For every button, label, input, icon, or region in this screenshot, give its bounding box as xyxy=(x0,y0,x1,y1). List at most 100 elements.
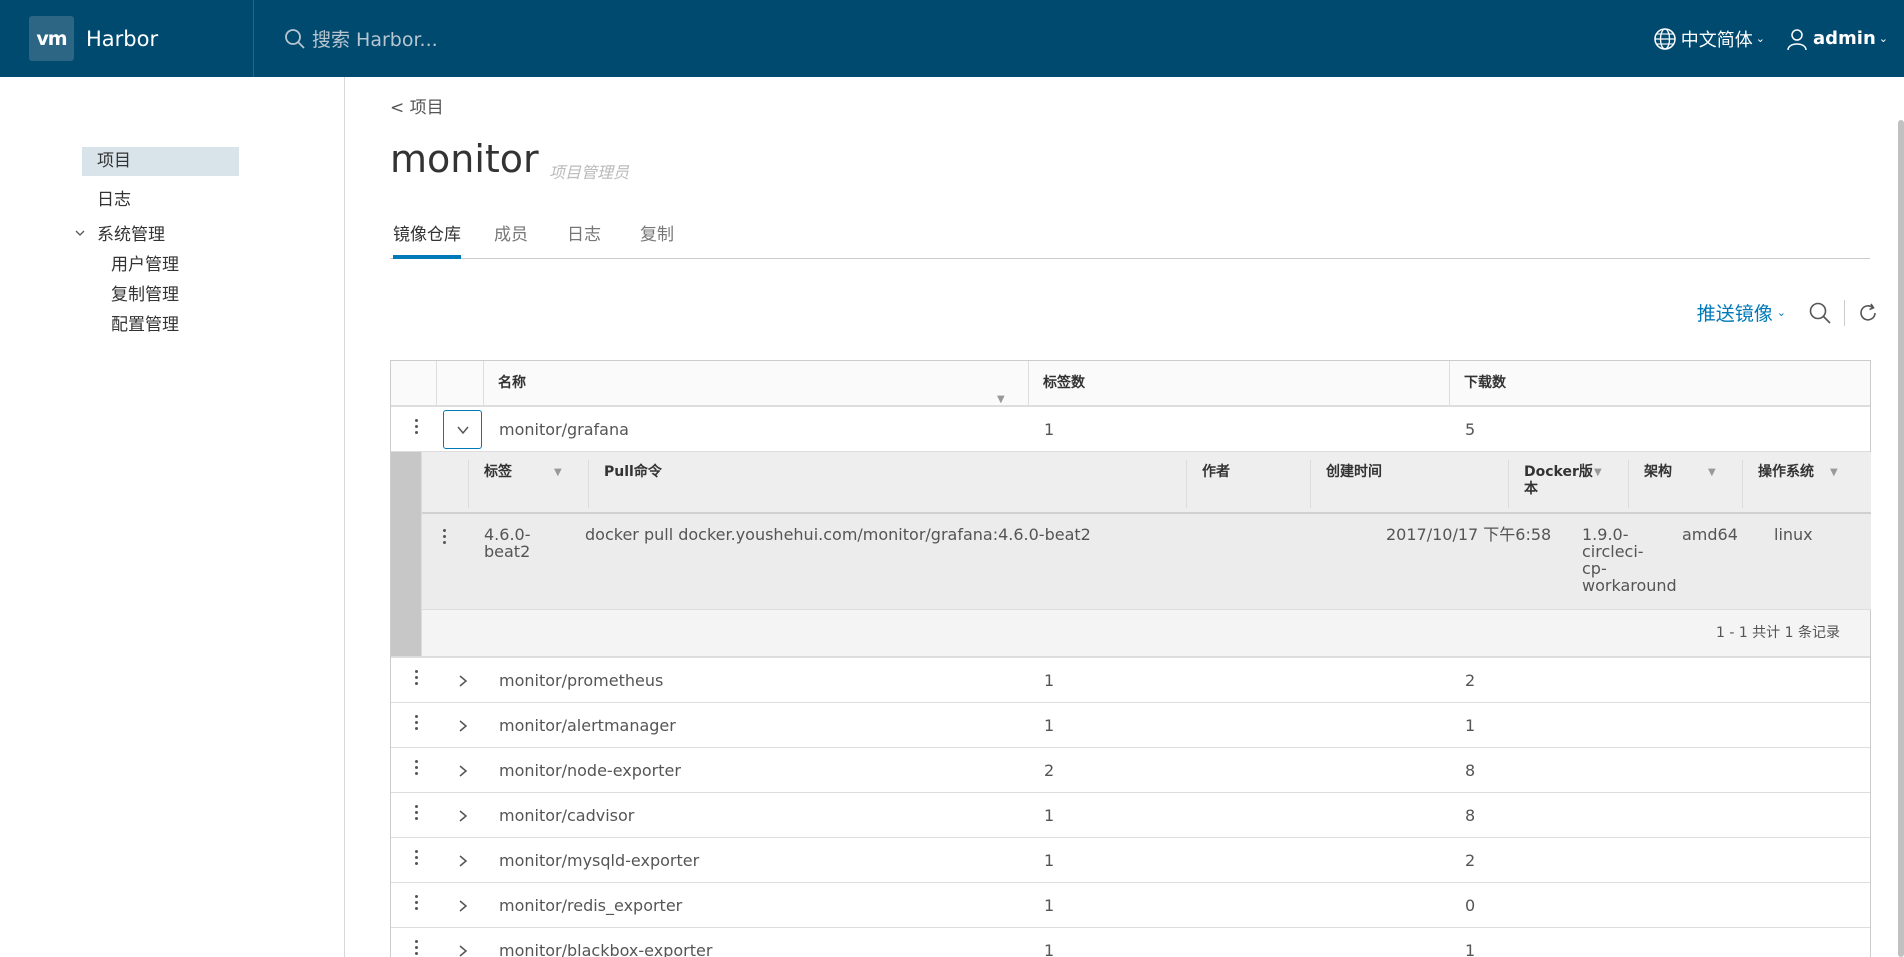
row-expander[interactable] xyxy=(443,796,482,835)
repo-pull-count: 0 xyxy=(1465,896,1476,915)
repo-name[interactable]: monitor/grafana xyxy=(499,407,629,452)
refresh-icon xyxy=(1860,303,1876,321)
row-expander[interactable] xyxy=(443,410,482,449)
row-menu-icon[interactable] xyxy=(415,760,419,778)
tag-row-menu-icon[interactable] xyxy=(443,529,447,547)
repo-tag-count: 2 xyxy=(1044,761,1055,780)
main-content: < 项目 monitor 项目管理员 镜像仓库 成员 日志 复制 推送镜像 ⌄ … xyxy=(346,77,1904,957)
chevron-right-icon xyxy=(459,719,467,732)
row-expander[interactable] xyxy=(443,841,482,880)
col-header-name-label: 名称 xyxy=(498,375,526,391)
push-image-button[interactable]: 推送镜像 ⌄ xyxy=(1697,299,1786,326)
row-menu-icon[interactable] xyxy=(415,715,419,733)
page-scrollbar[interactable] xyxy=(1898,120,1904,957)
col-header-pull[interactable]: Pull命令 xyxy=(604,464,662,481)
user-name: admin xyxy=(1813,28,1876,49)
table-row[interactable]: monitor/mysqld-exporter 1 2 xyxy=(391,838,1870,883)
tab-repositories[interactable]: 镜像仓库 xyxy=(393,222,461,259)
table-header: 名称 ▼ 标签数 下载数 xyxy=(391,361,1870,407)
push-image-label: 推送镜像 xyxy=(1696,303,1773,325)
pull-command[interactable]: docker pull docker.youshehui.com/monitor… xyxy=(585,526,1091,543)
filter-icon[interactable]: ▼ xyxy=(1830,467,1838,478)
global-search[interactable]: 搜索 Harbor... xyxy=(284,25,438,52)
repo-name[interactable]: monitor/cadvisor xyxy=(499,793,634,838)
expand-col-header xyxy=(436,361,483,405)
tag-row[interactable]: 4.6.0- beat2 docker pull docker.youshehu… xyxy=(422,514,1871,610)
filter-icon[interactable]: ▼ xyxy=(554,467,562,478)
col-header-name[interactable]: 名称 ▼ xyxy=(483,361,1028,405)
table-row[interactable]: monitor/prometheus 1 2 xyxy=(391,658,1870,703)
pagination-summary: 1 - 1 共计 1 条记录 xyxy=(1715,625,1840,641)
repo-name[interactable]: monitor/prometheus xyxy=(499,658,663,703)
language-menu[interactable]: 中文简体 ⌄ xyxy=(1653,26,1765,52)
page-title: monitor xyxy=(390,137,539,181)
tag-name-line2: beat2 xyxy=(484,542,531,561)
tab-members[interactable]: 成员 xyxy=(494,222,528,259)
row-menu-icon[interactable] xyxy=(415,670,419,688)
tag-created-time: 2017/10/17 下午6:58 xyxy=(1386,525,1552,544)
sidebar-item-users[interactable]: 用户管理 xyxy=(111,250,179,275)
tab-replication[interactable]: 复制 xyxy=(640,222,674,259)
filter-icon[interactable]: ▼ xyxy=(1708,467,1716,478)
table-row[interactable]: monitor/cadvisor 1 8 xyxy=(391,793,1870,838)
repo-tag-count: 1 xyxy=(1044,896,1055,915)
row-expander[interactable] xyxy=(443,751,482,790)
repo-name[interactable]: monitor/node-exporter xyxy=(499,748,681,793)
row-expander[interactable] xyxy=(443,886,482,925)
refresh-button[interactable] xyxy=(1857,302,1879,324)
row-menu-icon[interactable] xyxy=(415,895,419,913)
header-actions: 中文简体 ⌄ admin ⌄ xyxy=(1633,0,1888,77)
table-row[interactable]: monitor/grafana 1 5 xyxy=(391,407,1870,452)
chevron-down-icon: ⌄ xyxy=(1755,32,1765,45)
repo-pull-count: 1 xyxy=(1465,716,1476,735)
globe-icon xyxy=(1654,27,1676,50)
brand[interactable]: vm Harbor xyxy=(0,0,254,77)
row-expander[interactable] xyxy=(443,706,482,745)
sidebar-item-replication[interactable]: 复制管理 xyxy=(111,280,179,305)
col-header-docker[interactable]: Docker版 本 xyxy=(1524,464,1593,498)
toolbar: 推送镜像 ⌄ xyxy=(1697,299,1879,326)
chevron-down-icon: ⌄ xyxy=(1878,32,1888,45)
chevron-right-icon xyxy=(459,764,467,777)
breadcrumb[interactable]: < 项目 xyxy=(390,93,444,118)
search-button[interactable] xyxy=(1808,301,1832,325)
col-header-author[interactable]: 作者 xyxy=(1202,464,1230,481)
repo-tag-count: 1 xyxy=(1044,941,1055,957)
repo-pull-count: 2 xyxy=(1465,671,1476,690)
table-row[interactable]: monitor/alertmanager 1 1 xyxy=(391,703,1870,748)
repo-name[interactable]: monitor/alertmanager xyxy=(499,703,676,748)
col-header-pulls[interactable]: 下载数 xyxy=(1449,361,1870,405)
tag-table: 标签 ▼ Pull命令 作者 创建时间 Docker版 本 ▼ 架构 ▼ 操作系… xyxy=(421,452,1871,656)
user-icon xyxy=(1787,28,1807,50)
repo-pull-count: 1 xyxy=(1465,941,1476,957)
repository-table: 名称 ▼ 标签数 下载数 monitor/grafana 1 5 标签 ▼ Pu… xyxy=(390,360,1871,957)
repo-name[interactable]: monitor/blackbox-exporter xyxy=(499,928,712,957)
tab-logs[interactable]: 日志 xyxy=(567,222,601,259)
tag-name[interactable]: 4.6.0- beat2 xyxy=(484,526,530,560)
row-expander[interactable] xyxy=(443,931,482,957)
row-menu-icon[interactable] xyxy=(415,940,419,957)
repo-name[interactable]: monitor/redis_exporter xyxy=(499,883,682,928)
col-header-arch[interactable]: 架构 xyxy=(1644,464,1672,481)
tag-detail-panel: 标签 ▼ Pull命令 作者 创建时间 Docker版 本 ▼ 架构 ▼ 操作系… xyxy=(391,452,1871,658)
sidebar-item-logs[interactable]: 日志 xyxy=(97,185,131,210)
filter-icon[interactable]: ▼ xyxy=(1594,467,1602,478)
row-menu-icon[interactable] xyxy=(415,419,419,437)
row-menu-icon[interactable] xyxy=(415,850,419,868)
col-header-tag[interactable]: 标签 xyxy=(484,464,512,481)
row-expander[interactable] xyxy=(443,661,482,700)
repo-pull-count: 8 xyxy=(1465,806,1476,825)
col-header-tags[interactable]: 标签数 xyxy=(1028,361,1449,405)
sidebar-item-projects[interactable]: 项目 xyxy=(82,147,239,176)
col-header-os[interactable]: 操作系统 xyxy=(1758,464,1814,481)
table-row[interactable]: monitor/node-exporter 2 8 xyxy=(391,748,1870,793)
detail-side-bar xyxy=(391,452,421,656)
repo-name[interactable]: monitor/mysqld-exporter xyxy=(499,838,699,883)
table-row[interactable]: monitor/blackbox-exporter 1 1 xyxy=(391,928,1870,957)
user-menu[interactable]: admin ⌄ xyxy=(1785,27,1888,51)
sidebar-item-config[interactable]: 配置管理 xyxy=(111,310,179,335)
col-header-created[interactable]: 创建时间 xyxy=(1326,464,1382,481)
table-row[interactable]: monitor/redis_exporter 1 0 xyxy=(391,883,1870,928)
sidebar-item-admin[interactable]: 系统管理 xyxy=(74,220,165,245)
row-menu-icon[interactable] xyxy=(415,805,419,823)
